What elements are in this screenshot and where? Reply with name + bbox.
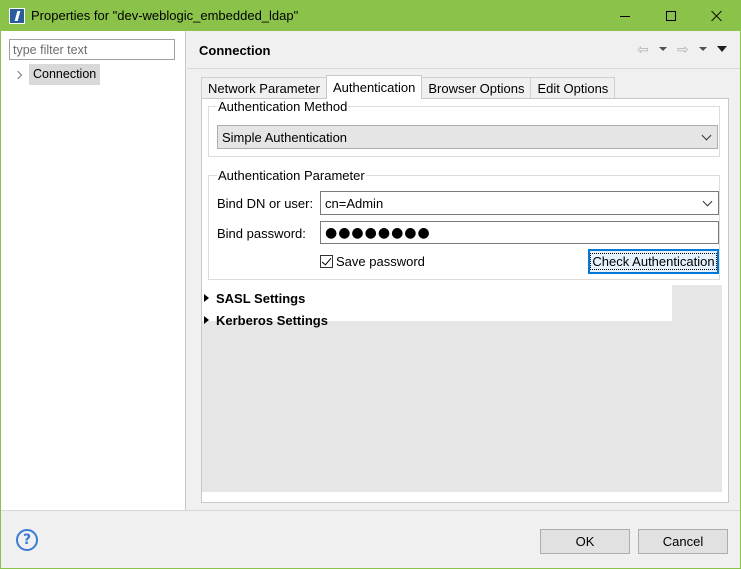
bind-password-label: Bind password:: [217, 226, 306, 241]
tab-bar: Network Parameter Authentication Browser…: [201, 75, 616, 99]
close-icon: [711, 10, 723, 22]
dropdown-triangle-icon: [659, 47, 667, 51]
tree-item-connection[interactable]: Connection: [13, 64, 101, 85]
back-arrow-icon[interactable]: ⇦: [637, 41, 649, 57]
select-value: Simple Authentication: [222, 129, 348, 145]
expand-triangle-icon: [204, 294, 209, 302]
properties-dialog: Properties for "dev-weblogic_embedded_ld…: [0, 0, 741, 569]
ok-button[interactable]: OK: [540, 529, 630, 554]
forward-arrow-icon[interactable]: ⇨: [677, 41, 689, 57]
chevron-right-icon[interactable]: [13, 69, 25, 81]
page-pane: Connection ⇦ ⇨ Network Parameter Authent…: [187, 31, 740, 510]
kerberos-settings-expander[interactable]: Kerberos Settings: [204, 311, 328, 329]
maximize-icon: [666, 11, 676, 21]
authentication-method-select[interactable]: Simple Authentication: [217, 125, 718, 149]
authentication-panel: Authentication Method Simple Authenticat…: [201, 98, 729, 503]
chevron-down-icon[interactable]: [702, 196, 713, 207]
expand-triangle-icon: [204, 316, 209, 324]
title-bar[interactable]: Properties for "dev-weblogic_embedded_ld…: [1, 1, 740, 31]
check-authentication-button[interactable]: Check Authentication: [588, 249, 719, 274]
check-authentication-label: Check Authentication: [590, 253, 717, 270]
sasl-settings-expander[interactable]: SASL Settings: [204, 289, 305, 307]
chevron-down-icon: [701, 130, 712, 141]
empty-region: [672, 285, 722, 321]
tab-network-parameter[interactable]: Network Parameter: [201, 77, 327, 99]
menu-triangle-icon: [717, 46, 727, 52]
window-title: Properties for "dev-weblogic_embedded_ld…: [31, 8, 299, 23]
dropdown-triangle-icon: [699, 47, 707, 51]
save-password-checkbox[interactable]: [320, 255, 333, 268]
bind-dn-value: cn=Admin: [325, 195, 384, 211]
group-legend: Authentication Method: [217, 99, 349, 114]
bind-dn-label: Bind DN or user:: [217, 196, 314, 211]
tab-browser-options[interactable]: Browser Options: [421, 77, 532, 99]
authentication-method-group: Authentication Method Simple Authenticat…: [208, 99, 720, 157]
app-icon: [9, 8, 25, 24]
navigation-pane: Connection: [1, 31, 186, 510]
sasl-settings-label: SASL Settings: [216, 290, 306, 306]
tree-item-label: Connection: [29, 64, 101, 85]
close-button[interactable]: [694, 1, 740, 31]
group-legend: Authentication Parameter: [217, 168, 366, 183]
help-icon[interactable]: ?: [16, 529, 38, 551]
filter-input[interactable]: [9, 39, 175, 60]
page-header: Connection ⇦ ⇨: [187, 31, 740, 69]
forward-dropdown-button[interactable]: [699, 41, 707, 57]
view-menu-button[interactable]: [717, 41, 727, 57]
empty-region: [202, 321, 722, 492]
authentication-parameter-group: Authentication Parameter Bind DN or user…: [208, 168, 720, 280]
kerberos-settings-label: Kerberos Settings: [216, 312, 328, 328]
tab-edit-options[interactable]: Edit Options: [530, 77, 616, 99]
tab-authentication[interactable]: Authentication: [325, 75, 423, 99]
minimize-icon: [620, 15, 630, 17]
page-title: Connection: [199, 43, 271, 58]
bind-password-field[interactable]: ●●●●●●●●: [320, 221, 719, 244]
save-password-label: Save password: [336, 254, 425, 269]
cancel-button[interactable]: Cancel: [638, 529, 728, 554]
back-dropdown-button[interactable]: [659, 41, 667, 57]
maximize-button[interactable]: [648, 1, 694, 31]
minimize-button[interactable]: [602, 1, 648, 31]
dialog-footer: ? OK Cancel: [1, 510, 740, 568]
save-password-row[interactable]: Save password: [320, 254, 425, 269]
bind-dn-combo[interactable]: cn=Admin: [320, 191, 719, 215]
